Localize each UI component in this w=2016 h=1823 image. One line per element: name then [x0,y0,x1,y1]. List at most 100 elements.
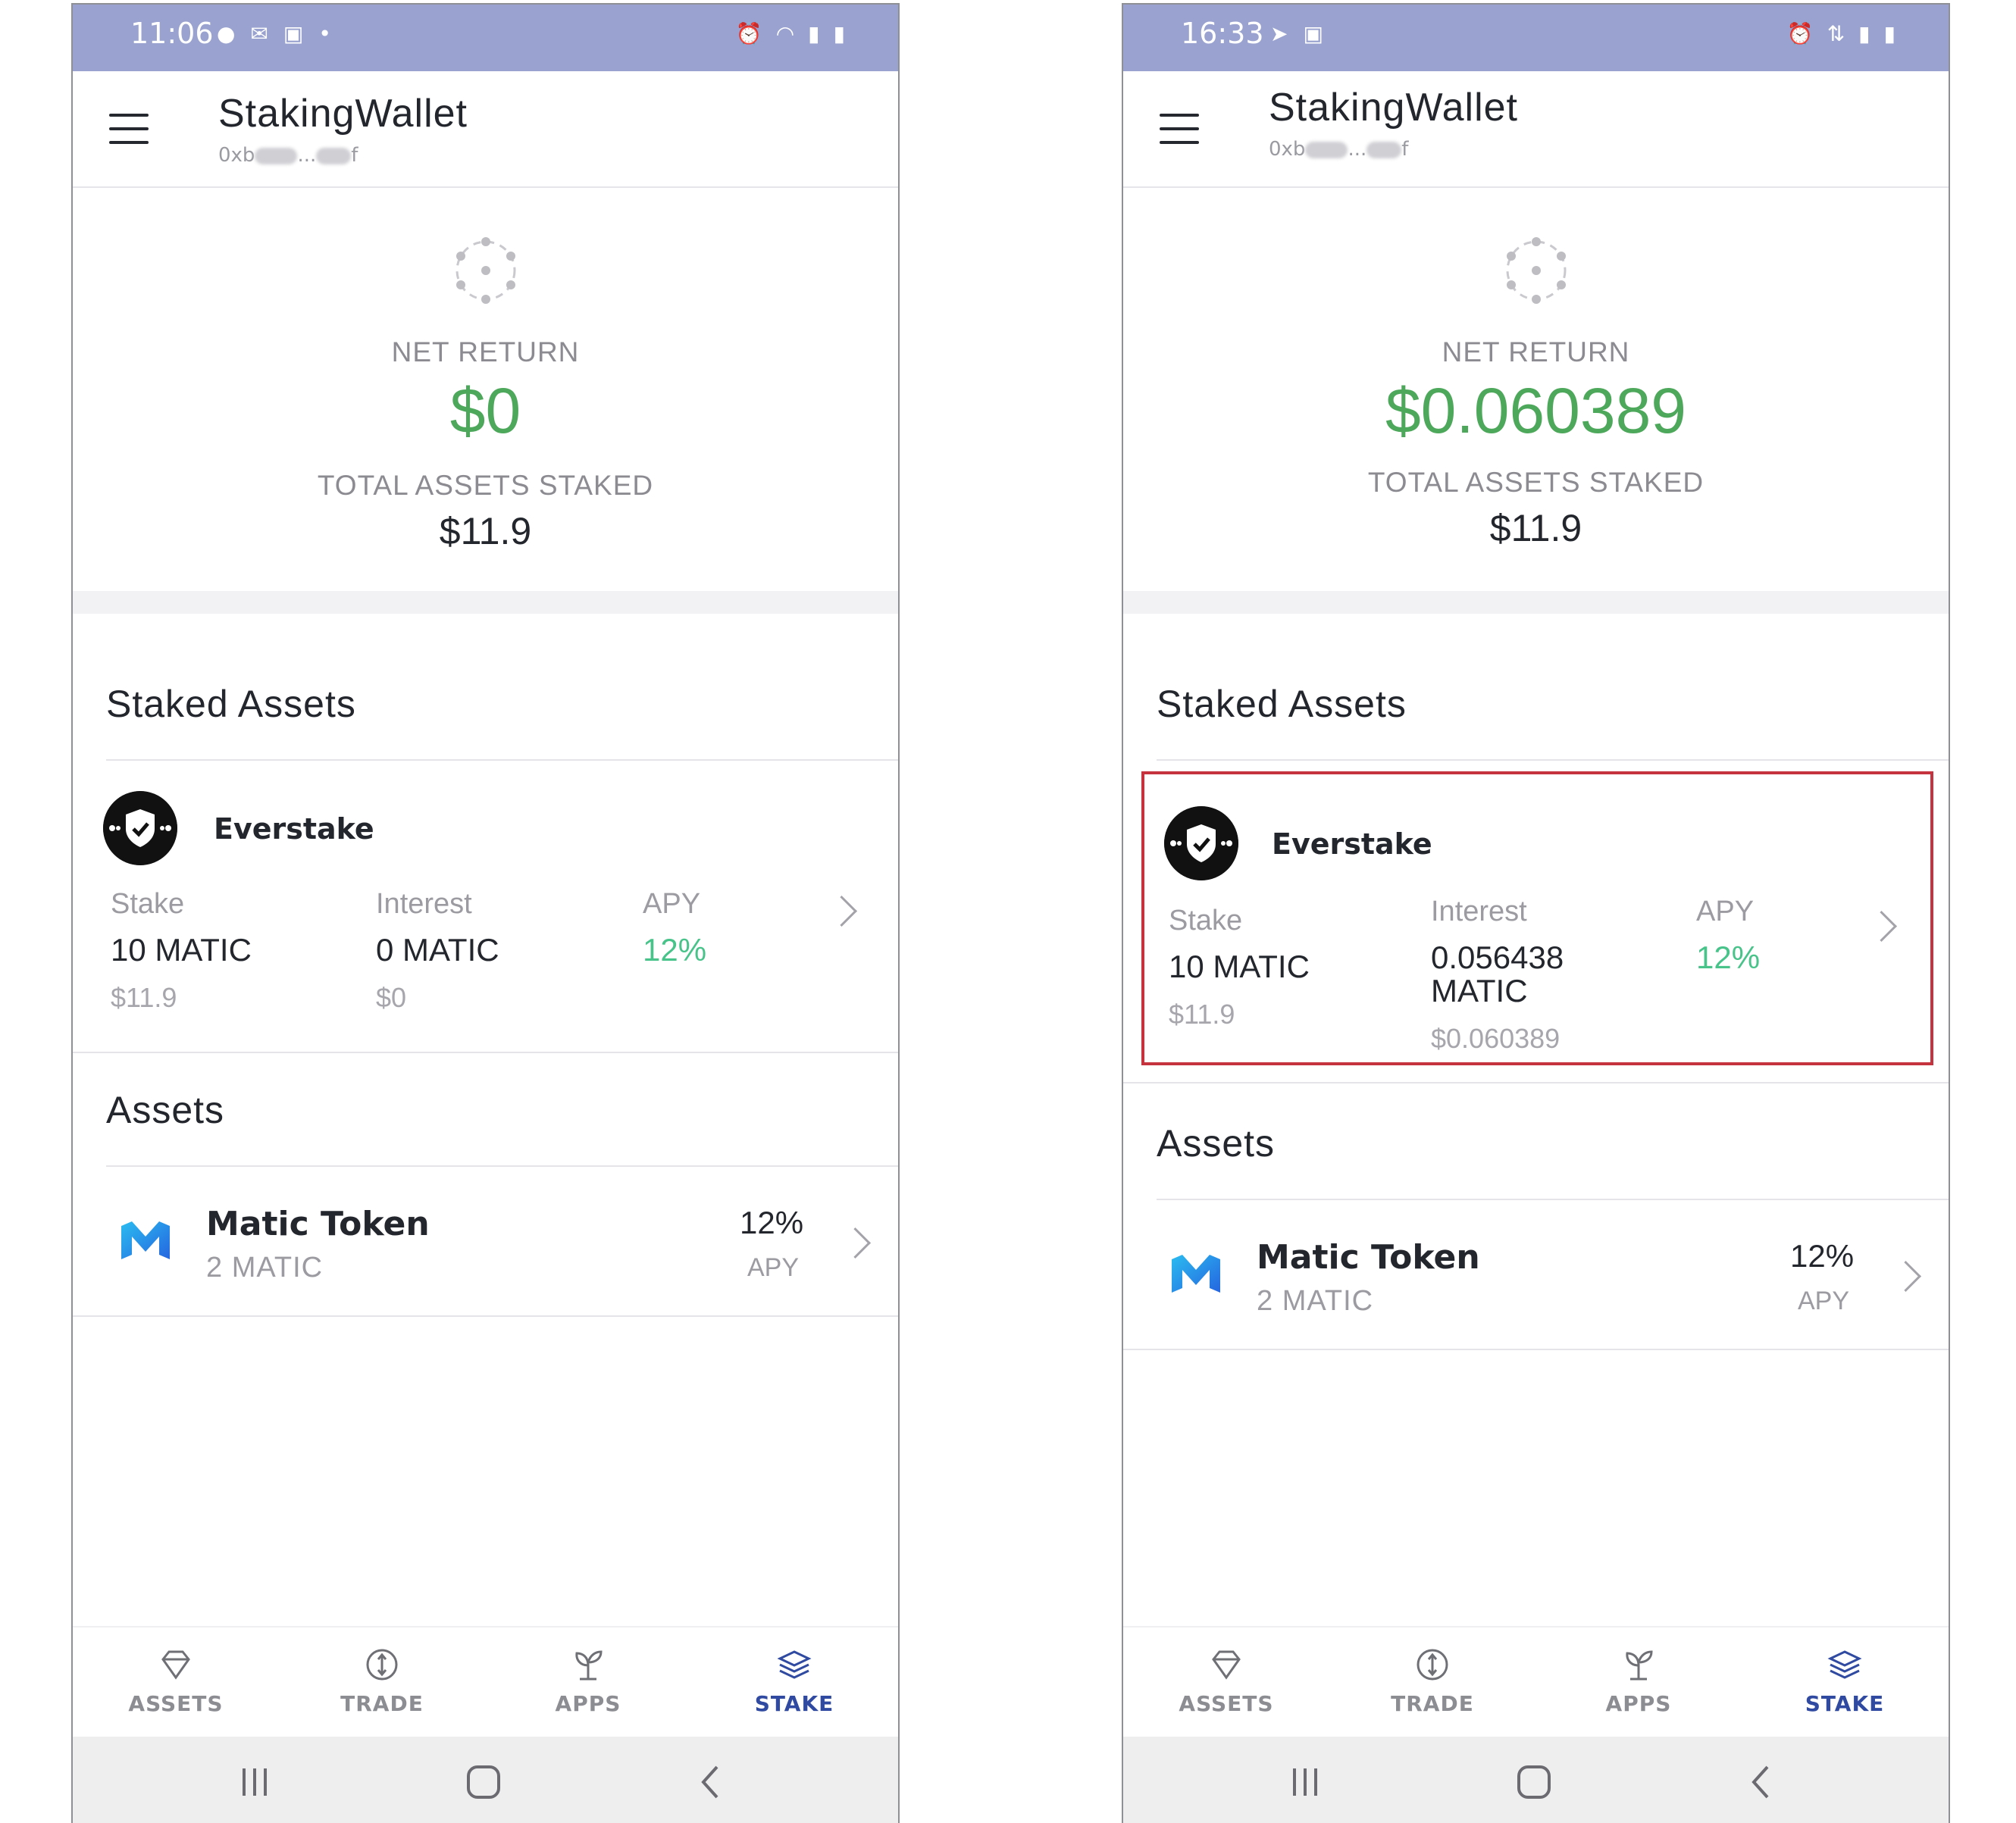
divider [73,1315,898,1317]
trade-icon [366,1649,398,1681]
chevron-right-icon[interactable] [825,895,858,927]
nav-stake[interactable]: STAKE [1769,1646,1921,1716]
asset-apy-label: APY [747,1253,800,1282]
address-suffix: f [1401,138,1409,161]
net-return-value: $0.060389 [1385,375,1687,446]
chevron-right-icon[interactable] [1865,910,1898,943]
asset-amount: 2 MATIC [1257,1285,1374,1317]
stake-value: 10 MATIC [1169,949,1310,984]
menu-icon[interactable] [109,114,149,144]
layers-icon [777,1650,812,1679]
alarm-icon: ⏰ [735,21,762,46]
nav-assets[interactable]: ASSETS [100,1646,252,1716]
divider [106,759,898,761]
address-prefix: 0xb [218,144,255,167]
asset-name: Matic Token [1257,1238,1480,1277]
asset-name: Matic Token [206,1205,430,1243]
interest-label: Interest [376,888,472,920]
chevron-right-icon[interactable] [1889,1260,1922,1293]
interest-label: Interest [1431,896,1527,927]
system-status-icons: ⏰ ⇅ ▮ ▮ [1787,21,1895,46]
stake-label: Stake [111,888,185,920]
total-staked-label: TOTAL ASSETS STAKED [1367,467,1705,498]
nav-trade[interactable]: TRADE [1357,1646,1508,1716]
back-icon[interactable] [1739,1759,1784,1805]
asset-row-matic[interactable]: Matic Token 2 MATIC 12% APY [1123,1200,1949,1349]
app-bar: StakingWallet 0xb... f [73,71,898,188]
stake-usd: $11.9 [111,982,177,1013]
staking-summary: NET RETURN $0.060389 TOTAL ASSETS STAKED… [1123,188,1949,591]
address-redacted [316,147,352,164]
back-icon[interactable] [688,1759,734,1805]
everstake-stake-card[interactable]: Everstake Stake 10 MATIC $11.9 Interest … [1141,771,1933,1065]
more-dot-icon: • [318,21,331,46]
stake-label: Stake [1169,905,1243,937]
phone-screen-after: 16:33 ➤ ▣ ⏰ ⇅ ▮ ▮ StakingWallet 0xb... f … [1122,3,1950,1823]
layers-icon [1827,1650,1862,1679]
home-icon[interactable] [1511,1759,1557,1805]
address-prefix: 0xb [1269,138,1306,161]
staking-summary: NET RETURN $0 TOTAL ASSETS STAKED $11.9 [73,188,898,591]
gmail-icon: ✉ [250,21,268,46]
asset-apy-value: 12% [1790,1238,1855,1274]
messenger-icon: ● [217,21,236,46]
divider [1157,759,1949,761]
everstake-stake-card[interactable]: Everstake Stake 10 MATIC $11.9 Interest … [103,770,883,1050]
wallet-address: 0xb... f [1269,138,1408,161]
sprout-icon [575,1650,603,1681]
apy-value: 12% [1696,940,1761,975]
nav-stake[interactable]: STAKE [718,1646,870,1716]
total-staked-label: TOTAL ASSETS STAKED [317,470,654,501]
interest-value-line2: MATIC [1431,973,1528,1008]
interest-value: 0 MATIC [376,932,499,968]
app-bar: StakingWallet 0xb... f [1123,71,1949,188]
nav-assets[interactable]: ASSETS [1150,1646,1302,1716]
interest-usd: $0.060389 [1431,1023,1561,1054]
assets-title: Assets [1157,1122,1276,1165]
asset-apy-value: 12% [740,1205,804,1240]
app-title: StakingWallet [218,92,468,136]
provider-name: Everstake [1272,827,1432,861]
chevron-right-icon[interactable] [839,1227,872,1259]
address-suffix: f [351,144,358,167]
nav-apps[interactable]: APPS [1563,1646,1714,1716]
diamond-icon [1212,1650,1241,1680]
asset-row-matic[interactable]: Matic Token 2 MATIC 12% APY [73,1167,898,1315]
diamond-icon [161,1650,190,1680]
phone-screen-before: 11:06 ● ✉ ▣ • ⏰ ◠ ▮ ▮ StakingWallet 0xb.… [71,3,900,1823]
notification-icons: ➤ ▣ [1270,21,1323,46]
wallet-address: 0xb... f [218,144,358,167]
system-nav-bar [73,1737,898,1823]
everstake-shield-icon [103,791,177,865]
address-mid: ... [1348,138,1367,161]
stake-usd: $11.9 [1169,999,1235,1030]
nav-trade[interactable]: TRADE [306,1646,458,1716]
interest-value-line1: 0.056438 [1431,940,1564,975]
battery-icon: ▮ [1883,21,1895,46]
screenshot-icon: ▣ [1303,21,1323,46]
wifi-icon: ◠ [775,21,795,46]
status-bar: 11:06 ● ✉ ▣ • ⏰ ◠ ▮ ▮ [73,5,898,71]
status-time: 11:06 [130,17,214,50]
assets-title: Assets [106,1089,225,1131]
recent-apps-icon[interactable] [1282,1759,1328,1805]
system-status-icons: ⏰ ◠ ▮ ▮ [736,21,845,46]
telegram-icon: ➤ [1270,21,1288,46]
section-divider-band [1123,591,1949,614]
signal-icon: ▮ [1858,21,1870,46]
asset-apy-label: APY [1798,1287,1850,1315]
staked-assets-title: Staked Assets [1157,683,1407,725]
divider [1123,1349,1949,1350]
bottom-nav: ASSETS TRADE APPS STAKE [1123,1626,1949,1738]
home-icon[interactable] [461,1759,506,1805]
total-staked-value: $11.9 [439,510,532,552]
alarm-icon: ⏰ [1786,21,1814,46]
nav-apps[interactable]: APPS [512,1646,664,1716]
status-time: 16:33 [1181,17,1264,50]
apy-value: 12% [643,932,707,968]
app-title: StakingWallet [1269,86,1518,130]
menu-icon[interactable] [1160,114,1199,144]
provider-name: Everstake [214,812,374,846]
recent-apps-icon[interactable] [232,1759,277,1805]
trade-icon [1417,1649,1448,1681]
